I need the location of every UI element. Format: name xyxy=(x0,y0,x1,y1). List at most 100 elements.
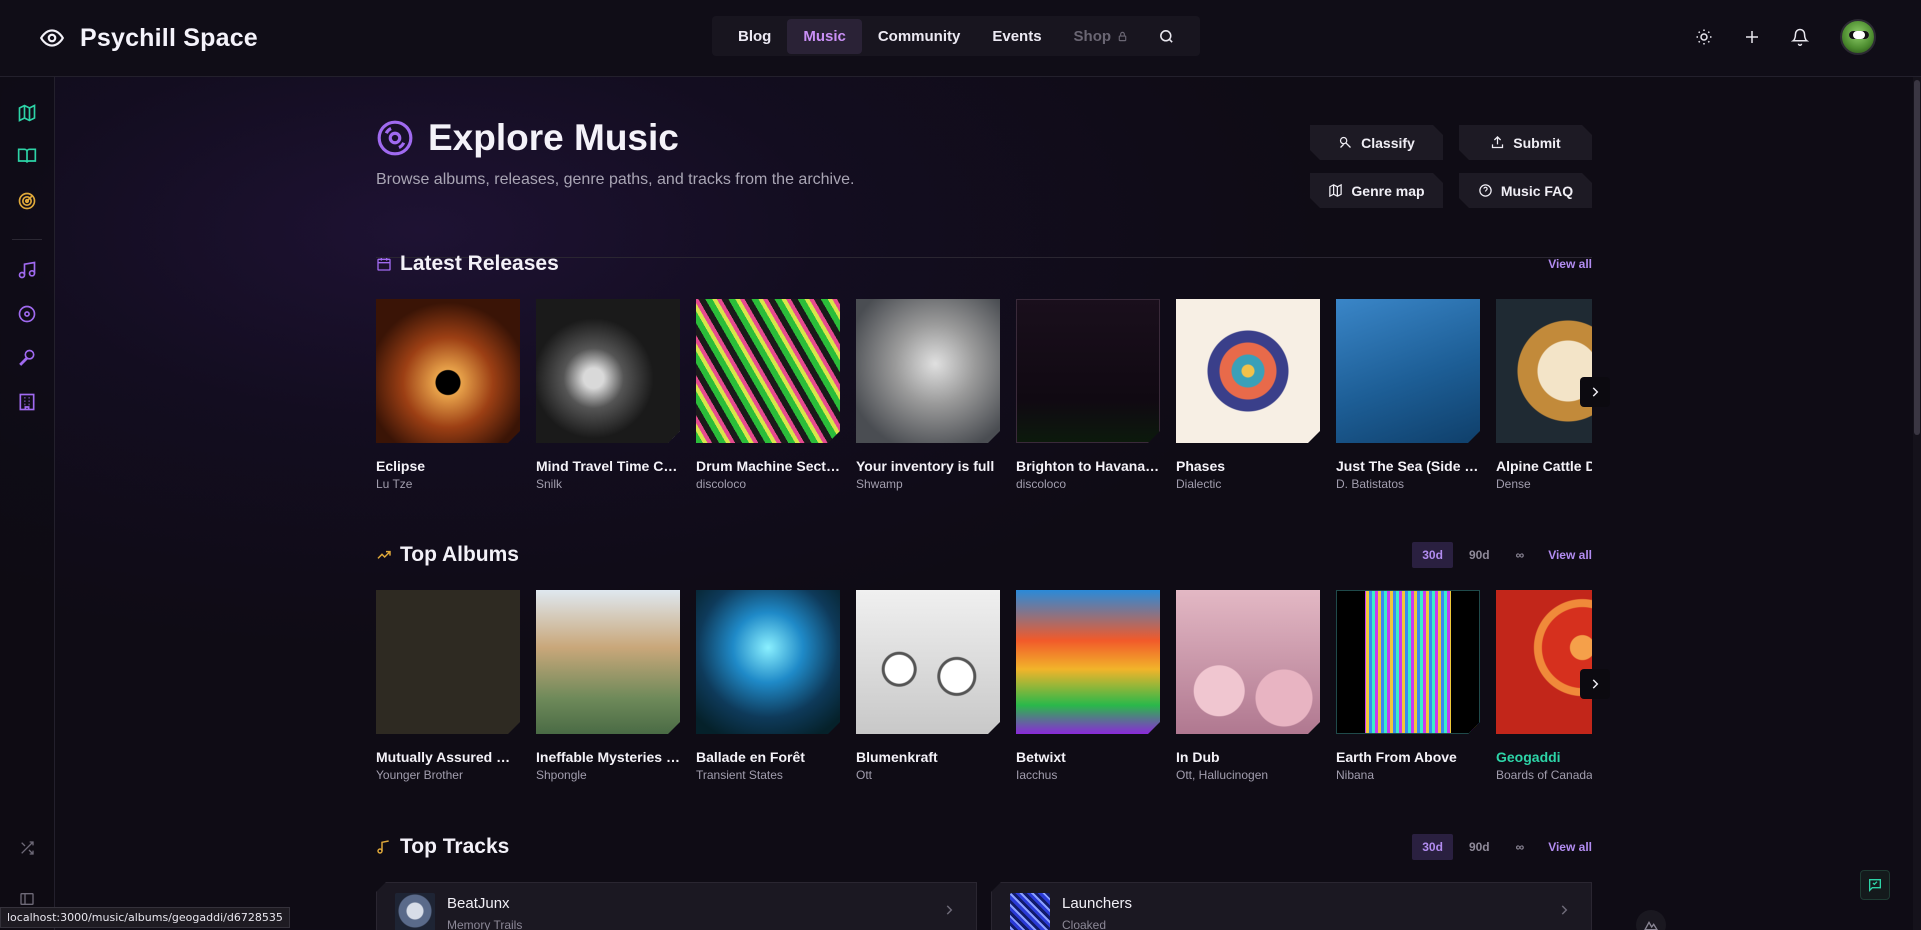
album-cover[interactable] xyxy=(1496,299,1592,443)
album-card[interactable]: In Dub Ott, Hallucinogen xyxy=(1176,590,1320,782)
release-card[interactable]: Alpine Cattle Dr Dense xyxy=(1496,299,1592,491)
album-cover[interactable] xyxy=(1016,590,1160,734)
release-card[interactable]: Brighton to Havana (... discoloco xyxy=(1016,299,1160,491)
album-cover[interactable] xyxy=(536,590,680,734)
range-all-time[interactable]: ∞ xyxy=(1506,834,1535,860)
album-cover[interactable] xyxy=(1176,299,1320,443)
feedback-button[interactable] xyxy=(1860,870,1890,900)
nav-events[interactable]: Events xyxy=(976,19,1057,54)
avatar[interactable] xyxy=(1840,19,1876,55)
release-artist[interactable]: D. Batistatos xyxy=(1336,477,1480,491)
shuffle-icon[interactable] xyxy=(15,836,39,860)
album-title[interactable]: Betwixt xyxy=(1016,749,1160,765)
release-card[interactable]: Phases Dialectic xyxy=(1176,299,1320,491)
release-artist[interactable]: Dense xyxy=(1496,477,1592,491)
album-cover[interactable] xyxy=(1336,590,1480,734)
album-cover[interactable] xyxy=(1176,590,1320,734)
radar-icon[interactable] xyxy=(15,189,39,213)
album-cover[interactable] xyxy=(376,299,520,443)
plus-icon[interactable] xyxy=(1738,17,1766,57)
release-artist[interactable]: discoloco xyxy=(696,477,840,491)
album-card[interactable]: Ballade en Forêt Transient States xyxy=(696,590,840,782)
release-title[interactable]: Your inventory is full xyxy=(856,458,1000,474)
release-card[interactable]: Your inventory is full Shwamp xyxy=(856,299,1000,491)
album-cover[interactable] xyxy=(1496,590,1592,734)
release-title[interactable]: Eclipse xyxy=(376,458,520,474)
album-card[interactable]: Betwixt Iacchus xyxy=(1016,590,1160,782)
brand[interactable]: Psychill Space xyxy=(38,20,258,56)
album-artist[interactable]: Shpongle xyxy=(536,768,680,782)
theme-toggle-sun-icon[interactable] xyxy=(1690,17,1718,57)
release-card[interactable]: Mind Travel Time Co... Snilk xyxy=(536,299,680,491)
album-title[interactable]: Ballade en Forêt xyxy=(696,749,840,765)
release-artist[interactable]: discoloco xyxy=(1016,477,1160,491)
nav-blog[interactable]: Blog xyxy=(722,19,787,54)
classify-button[interactable]: Classify xyxy=(1310,125,1443,160)
album-artist[interactable]: Ott, Hallucinogen xyxy=(1176,768,1320,782)
album-cover[interactable] xyxy=(696,590,840,734)
latest-next-button[interactable] xyxy=(1580,377,1610,407)
release-artist[interactable]: Dialectic xyxy=(1176,477,1320,491)
nav-shop[interactable]: Shop xyxy=(1058,19,1145,54)
release-artist[interactable]: Shwamp xyxy=(856,477,1000,491)
album-artist[interactable]: Nibana xyxy=(1336,768,1480,782)
release-card[interactable]: Eclipse Lu Tze xyxy=(376,299,520,491)
albums-view-all-link[interactable]: View all xyxy=(1548,548,1592,562)
track-row[interactable]: Launchers Cloaked xyxy=(991,882,1592,930)
album-artist[interactable]: Younger Brother xyxy=(376,768,520,782)
album-title[interactable]: Blumenkraft xyxy=(856,749,1000,765)
devtools-icon[interactable] xyxy=(1636,910,1666,930)
microphone-icon[interactable] xyxy=(15,346,39,370)
map-icon[interactable] xyxy=(15,101,39,125)
album-cover[interactable] xyxy=(536,299,680,443)
range-all-time[interactable]: ∞ xyxy=(1506,542,1535,568)
release-title[interactable]: Brighton to Havana (... xyxy=(1016,458,1160,474)
album-card[interactable]: Earth From Above Nibana xyxy=(1336,590,1480,782)
release-title[interactable]: Drum Machine Secto... xyxy=(696,458,840,474)
nav-music[interactable]: Music xyxy=(787,18,862,54)
album-cover[interactable] xyxy=(856,299,1000,443)
range-30d[interactable]: 30d xyxy=(1412,542,1453,568)
album-card[interactable]: Blumenkraft Ott xyxy=(856,590,1000,782)
album-card[interactable]: Ineffable Mysteries F... Shpongle xyxy=(536,590,680,782)
album-cover[interactable] xyxy=(376,590,520,734)
album-card[interactable]: Mutually Assured Dis... Younger Brother xyxy=(376,590,520,782)
release-title[interactable]: Mind Travel Time Co... xyxy=(536,458,680,474)
release-card[interactable]: Just The Sea (Side Li... D. Batistatos xyxy=(1336,299,1480,491)
nav-community[interactable]: Community xyxy=(862,19,977,54)
album-cover[interactable] xyxy=(856,590,1000,734)
album-artist[interactable]: Iacchus xyxy=(1016,768,1160,782)
album-title[interactable]: Mutually Assured Dis... xyxy=(376,749,520,765)
release-card[interactable]: Drum Machine Secto... discoloco xyxy=(696,299,840,491)
submit-button[interactable]: Submit xyxy=(1459,125,1592,160)
album-title[interactable]: Earth From Above xyxy=(1336,749,1480,765)
book-icon[interactable] xyxy=(15,144,39,168)
genre-map-button[interactable]: Genre map xyxy=(1310,173,1443,208)
label-building-icon[interactable] xyxy=(15,390,39,414)
album-artist[interactable]: Boards of Canada xyxy=(1496,768,1592,782)
album-cover[interactable] xyxy=(696,299,840,443)
album-card[interactable]: Geogaddi Boards of Canada xyxy=(1496,590,1592,782)
album-title[interactable]: Geogaddi xyxy=(1496,749,1592,765)
tracks-view-all-link[interactable]: View all xyxy=(1548,840,1592,854)
range-90d[interactable]: 90d xyxy=(1459,834,1500,860)
disc-icon[interactable] xyxy=(15,302,39,326)
album-artist[interactable]: Ott xyxy=(856,768,1000,782)
release-title[interactable]: Just The Sea (Side Li... xyxy=(1336,458,1480,474)
albums-next-button[interactable] xyxy=(1580,669,1610,699)
album-cover[interactable] xyxy=(1336,299,1480,443)
range-90d[interactable]: 90d xyxy=(1459,542,1500,568)
music-note-icon[interactable] xyxy=(15,258,39,282)
release-artist[interactable]: Lu Tze xyxy=(376,477,520,491)
album-cover[interactable] xyxy=(1016,299,1160,443)
release-title[interactable]: Phases xyxy=(1176,458,1320,474)
release-artist[interactable]: Snilk xyxy=(536,477,680,491)
music-faq-button[interactable]: Music FAQ xyxy=(1459,173,1592,208)
scrollbar-thumb[interactable] xyxy=(1914,80,1920,435)
album-title[interactable]: Ineffable Mysteries F... xyxy=(536,749,680,765)
track-row[interactable]: BeatJunx Memory Trails xyxy=(376,882,977,930)
release-title[interactable]: Alpine Cattle Dr xyxy=(1496,458,1592,474)
album-title[interactable]: In Dub xyxy=(1176,749,1320,765)
latest-view-all-link[interactable]: View all xyxy=(1548,257,1592,271)
bell-icon[interactable] xyxy=(1786,17,1814,57)
